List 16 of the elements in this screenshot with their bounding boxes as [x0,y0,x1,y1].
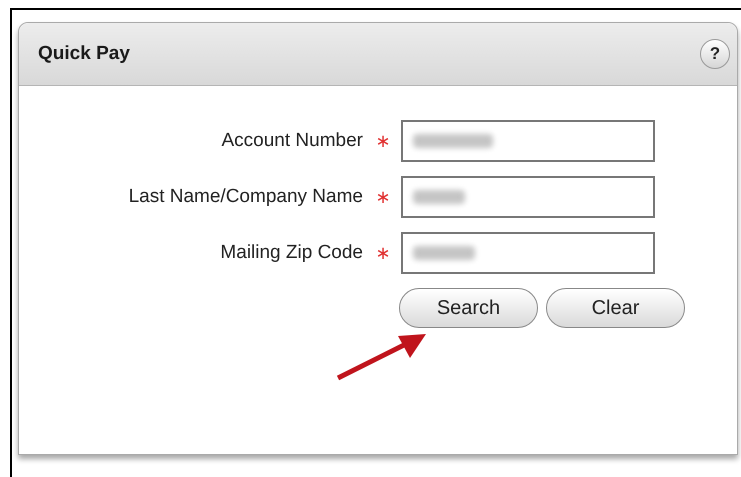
field-label: Last Name/Company Name [128,184,364,209]
field-label: Account Number [220,128,364,153]
input-field[interactable] [401,232,655,274]
blurred-value-icon [413,190,465,204]
required-mark: ∗ [374,186,392,208]
required-mark: ∗ [374,242,392,264]
input-field[interactable] [401,176,655,218]
blurred-value-icon [413,134,493,148]
blurred-value-icon [413,246,475,260]
required-mark: ∗ [374,130,392,152]
form-button[interactable]: Clear [546,288,685,328]
help-button[interactable]: ? [700,39,730,69]
panel-title: Quick Pay [38,42,130,66]
form-button[interactable]: Search [399,288,538,328]
field-label: Mailing Zip Code [219,240,364,265]
input-field[interactable] [401,120,655,162]
